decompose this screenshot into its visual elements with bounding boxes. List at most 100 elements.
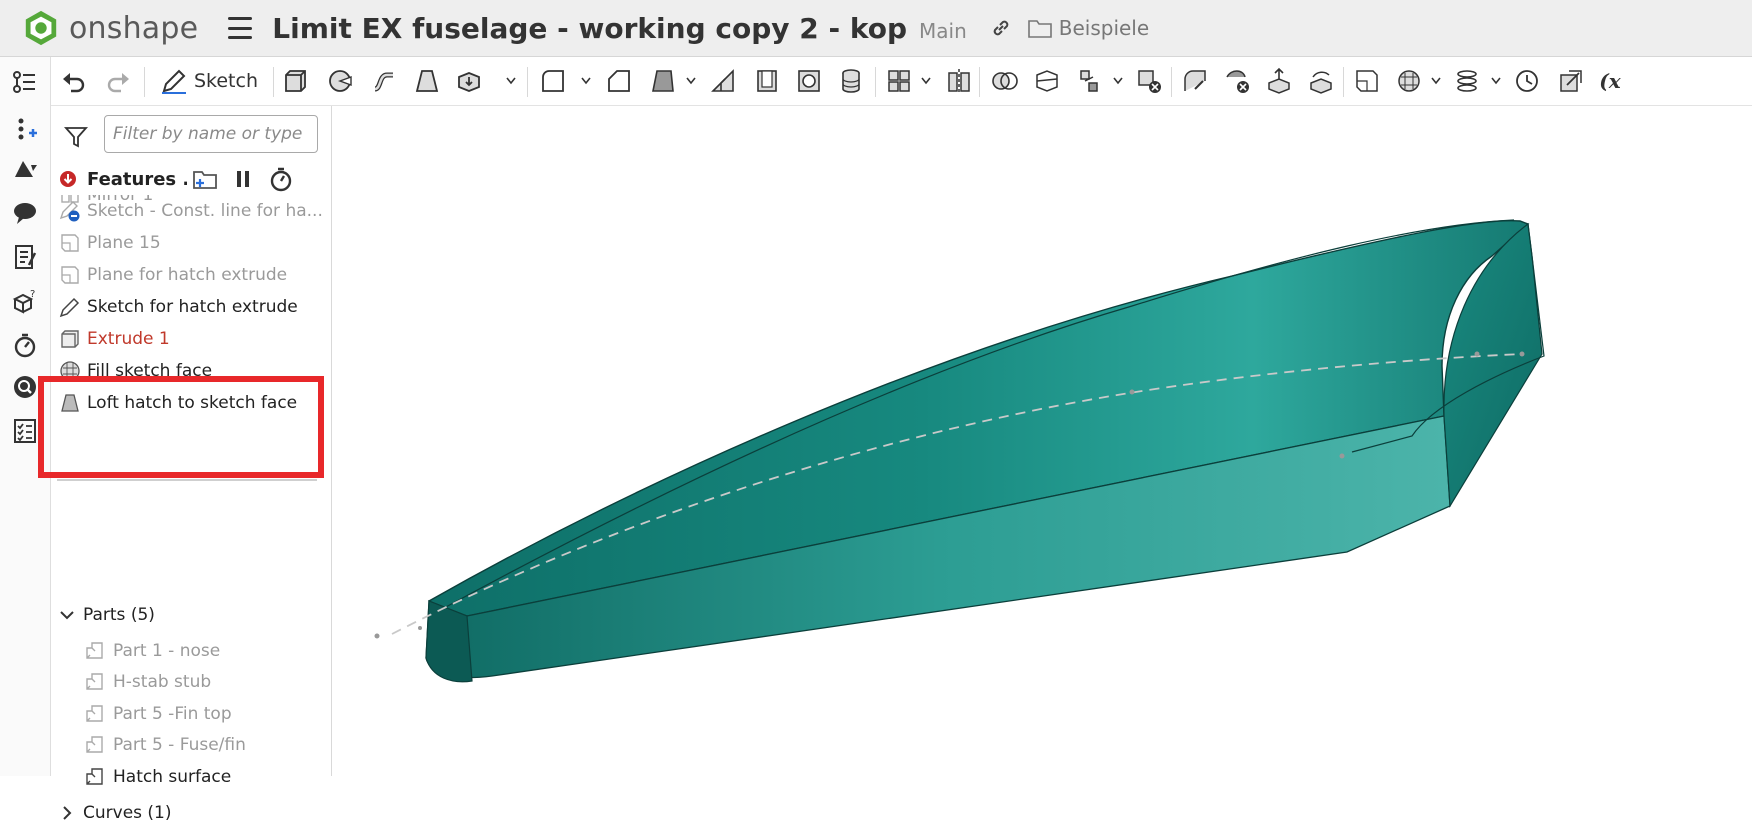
chevron-down-icon[interactable] [581,77,591,85]
feature-item-plane-15[interactable]: Plane 15 [51,228,330,258]
move-face-icon [1268,67,1290,94]
measure-toggle[interactable] [9,329,41,361]
curves-group-label: Curves (1) [83,803,172,823]
sweep-button[interactable] [369,65,401,97]
replace-face-icon [1310,71,1332,94]
move-face-button[interactable] [1263,65,1295,97]
feature-item-sketch-hatch[interactable]: Sketch for hatch extrude [51,292,330,322]
feature-item-plane-hatch[interactable]: Plane for hatch extrude [51,260,330,290]
feature-label: Plane 15 [87,233,161,253]
chevron-right-icon [63,806,72,820]
extrude-button[interactable] [279,65,311,97]
chevron-down-icon[interactable] [506,77,516,85]
part-icon [86,673,103,690]
comment-icon [14,203,36,224]
stopwatch-icon[interactable] [267,166,295,192]
helix-button[interactable] [1451,65,1483,97]
variable-button[interactable]: (x [1595,65,1625,97]
chevron-down-icon[interactable] [921,77,931,85]
branch-label[interactable]: Main [919,19,967,43]
draft-button[interactable] [647,65,679,97]
pause-icon[interactable] [229,166,257,192]
part-item-hatch-surface[interactable]: Hatch surface [51,762,330,792]
graphics-viewport[interactable] [332,106,1752,776]
chevron-down-icon[interactable] [686,77,696,85]
fillet-icon [542,70,564,92]
features-title[interactable]: Features ... [87,169,187,190]
svg-text:?: ? [30,289,35,300]
filter-input[interactable] [104,115,318,153]
feature-label: Extrude 1 [87,329,170,349]
chamfer-button[interactable] [603,65,635,97]
chevron-down-icon[interactable] [1491,77,1501,85]
loft-button[interactable] [411,65,443,97]
folder-name: Beispiele [1058,16,1150,40]
draft-icon [652,70,674,92]
analysis-toggle[interactable] [9,371,41,403]
derived-icon [1560,70,1582,92]
link-icon[interactable] [989,16,1013,40]
release-toggle[interactable] [9,241,41,273]
transform-icon [1080,70,1098,92]
rollback-icon[interactable] [59,170,77,188]
fill-surface-icon [1398,70,1420,92]
redo-button[interactable] [103,65,135,97]
menu-button[interactable] [228,17,253,39]
mate-connector-toggle[interactable] [9,113,41,145]
split-button[interactable] [1031,65,1063,97]
transform-button[interactable] [1073,65,1105,97]
cube-question-icon: ? [12,289,35,314]
part-item-fin-top[interactable]: Part 5 -Fin top [51,699,330,729]
modify-fillet-button[interactable] [1179,65,1211,97]
shell-button[interactable] [751,65,783,97]
folder-breadcrumb[interactable]: Beispiele [1027,16,1149,40]
rollback-bar[interactable] [57,479,317,481]
undo-button[interactable] [57,65,89,97]
appearance-toggle[interactable] [9,155,41,187]
feature-item-sketch-const-line[interactable]: Sketch - Const. line for ha... [51,196,330,226]
delete-face-icon [1226,70,1249,93]
part-item-fuse-fin[interactable]: Part 5 - Fuse/fin [51,730,330,760]
replace-face-button[interactable] [1305,65,1337,97]
part-item-h-stab[interactable]: H-stab stub [51,667,330,697]
feature-item-extrude-1[interactable]: Extrude 1 [51,324,330,354]
filter-icon[interactable] [63,124,89,150]
delete-part-icon [1138,70,1161,93]
surface-button[interactable] [1393,65,1425,97]
plane-button[interactable] [1351,65,1383,97]
delete-face-button[interactable] [1221,65,1253,97]
revolve-button[interactable] [325,65,357,97]
chevron-down-icon[interactable] [1431,77,1441,85]
pattern-button[interactable] [883,65,915,97]
part-properties-toggle[interactable]: ? [9,285,41,317]
part-label: Part 5 -Fin top [113,704,232,724]
document-title[interactable]: Limit EX fuselage - working copy 2 - kop [272,12,907,45]
measure-button[interactable] [1511,65,1543,97]
thread-button[interactable] [835,65,867,97]
feature-list-toggle[interactable] [9,67,41,99]
onshape-logo[interactable]: onshape [22,0,198,56]
mirror-button[interactable] [943,65,975,97]
hole-button[interactable] [793,65,825,97]
thicken-button[interactable] [453,65,485,97]
notes-icon [15,245,37,269]
modify-fillet-icon [1184,70,1206,91]
rib-button[interactable] [707,65,739,97]
comments-toggle[interactable] [9,197,41,229]
boolean-button[interactable] [989,65,1021,97]
parts-group-header[interactable]: Parts (5) [51,600,330,630]
checklist-toggle[interactable] [9,415,41,447]
folder-icon [1027,20,1052,38]
thicken-icon [458,72,480,92]
chevron-down-icon[interactable] [1113,77,1123,85]
sketch-button[interactable]: Sketch [159,65,259,97]
part-item-nose[interactable]: Part 1 - nose [51,636,330,666]
title-bar: onshape Limit EX fuselage - working copy… [0,0,1752,57]
curves-group-header[interactable]: Curves (1) [51,798,330,828]
fillet-button[interactable] [537,65,569,97]
checklist-icon [14,419,36,443]
add-folder-icon[interactable] [191,166,219,192]
delete-part-button[interactable] [1133,65,1165,97]
fuselage-model[interactable] [332,106,1752,776]
derived-button[interactable] [1555,65,1587,97]
